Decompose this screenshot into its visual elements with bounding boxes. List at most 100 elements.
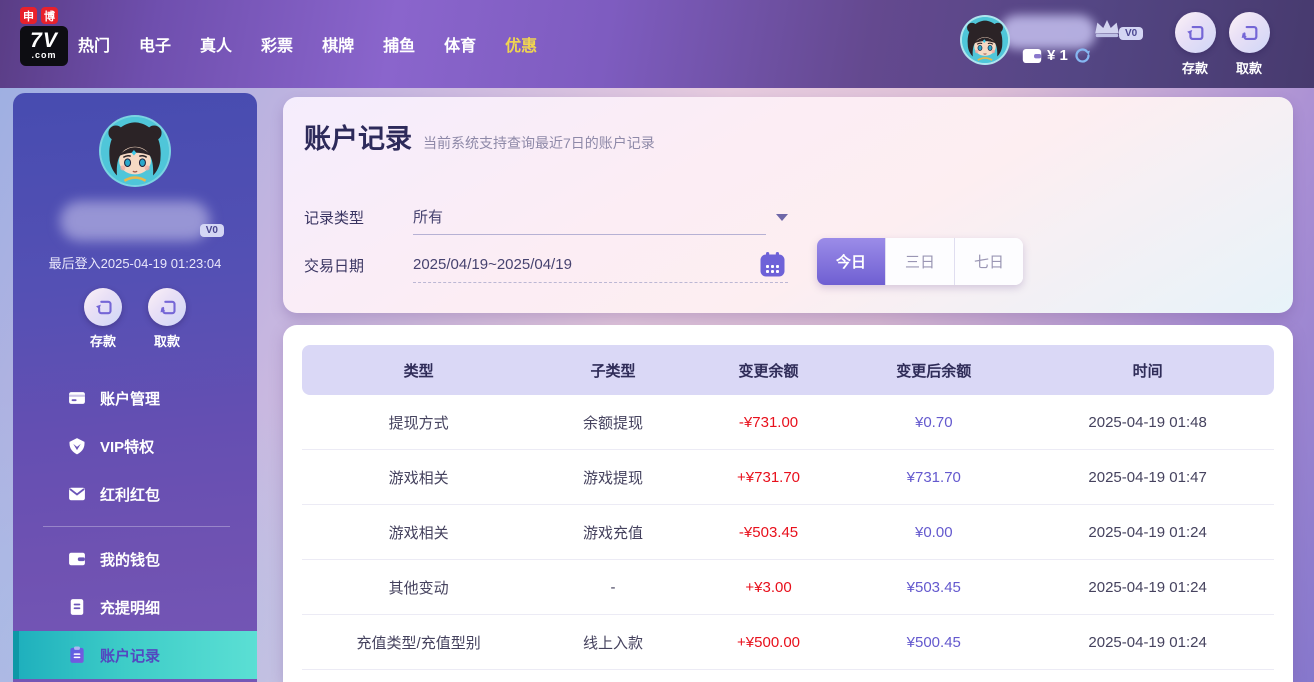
clipboard-icon: [67, 645, 87, 665]
deposit-button[interactable]: 存款: [84, 288, 122, 350]
column-header-subtype: 子类型: [590, 362, 636, 380]
cell-subtype: 游戏充值: [583, 524, 644, 542]
logo-com-text: .com: [31, 50, 57, 60]
main-nav: 热门 电子 真人 彩票 棋牌 捕鱼 体育 优惠: [78, 0, 566, 88]
records-table: 类型 子类型 变更余额 变更后余额 时间 提现方式 余额提现 -¥731.00 …: [302, 345, 1274, 670]
table-row: 其他变动 - +¥3.00 ¥503.45 2025-04-19 01:24: [302, 560, 1274, 615]
tab-today[interactable]: 今日: [817, 238, 886, 285]
cell-type: 游戏相关: [388, 524, 449, 542]
chevron-down-icon: [776, 214, 788, 221]
cell-balance-after: ¥503.45: [906, 578, 961, 596]
logo-7v-text: 7V: [30, 29, 58, 52]
bank-card-icon: [67, 388, 87, 408]
balance-row: ¥ 1: [1022, 46, 1092, 65]
table-row: 游戏相关 游戏充值 -¥503.45 ¥0.00 2025-04-19 01:2…: [302, 505, 1274, 560]
sidebar-item-label: VIP特权: [100, 438, 155, 456]
cell-change-amount: -¥731.00: [738, 413, 799, 431]
nav-item-lottery[interactable]: 彩票: [261, 32, 293, 56]
cell-type: 其他变动: [388, 579, 449, 597]
logo-badge-shen: 申: [20, 7, 37, 24]
envelope-icon: [67, 484, 87, 504]
record-type-label: 记录类型: [304, 209, 365, 227]
cell-time: 2025-04-19 01:48: [1088, 413, 1207, 431]
top-bar: 申 博 7V .com 热门 电子 真人 彩票 棋牌 捕鱼 体育 优惠 ¥ 1: [0, 0, 1314, 88]
withdraw-button[interactable]: 取款: [148, 288, 186, 350]
sidebar-item-account-management[interactable]: 账户管理: [13, 374, 257, 422]
sidebar-quick-actions: 存款 取款: [13, 288, 257, 350]
table-header-row: 类型 子类型 变更余额 变更后余额 时间: [302, 345, 1274, 395]
last-login-text: 最后登入2025-04-19 01:23:04: [48, 256, 222, 271]
nav-item-cards[interactable]: 棋牌: [322, 32, 354, 56]
cell-time: 2025-04-19 01:24: [1088, 633, 1207, 651]
cell-balance-after: ¥731.70: [906, 468, 961, 486]
sidebar-item-label: 我的钱包: [100, 551, 161, 569]
tab-three-days[interactable]: 三日: [886, 238, 955, 285]
logo-badges: 申 博: [20, 7, 72, 24]
cell-change-amount: +¥731.70: [737, 468, 801, 486]
vip-level-badge: V0: [199, 224, 224, 237]
column-header-balance-after: 变更后余额: [896, 362, 972, 380]
cell-subtype: 游戏提现: [583, 469, 644, 487]
nav-item-fishing[interactable]: 捕鱼: [383, 32, 415, 56]
username-blurred: [60, 201, 210, 241]
withdraw-icon: [1228, 12, 1270, 53]
cell-balance-after: ¥500.45: [906, 633, 961, 651]
page-title: 账户记录: [304, 124, 412, 154]
page-content: V0 最后登入2025-04-19 01:23:04 存款 取款 账户管理 VI…: [0, 88, 1314, 682]
username-blurred: [1000, 15, 1096, 49]
tab-seven-days[interactable]: 七日: [955, 238, 1023, 285]
logo-badge-bo: 博: [41, 7, 58, 24]
sidebar: V0 最后登入2025-04-19 01:23:04 存款 取款 账户管理 VI…: [13, 93, 257, 682]
logo-main: 7V .com: [20, 26, 68, 66]
date-filter-row: 交易日期 2025/04/19~2025/04/19: [304, 247, 788, 283]
sidebar-username-row: V0: [60, 201, 224, 241]
sidebar-menu: 账户管理 VIP特权 红利红包 我的钱包 充提明细 账户记录: [13, 374, 257, 679]
vip-level-badge: V0: [1119, 27, 1144, 40]
record-type-filter-row: 记录类型 所有: [304, 199, 788, 235]
user-avatar[interactable]: [960, 15, 1010, 65]
withdraw-label: 取款: [1235, 61, 1262, 76]
cell-type: 游戏相关: [388, 469, 449, 487]
nav-item-sports[interactable]: 体育: [444, 32, 476, 56]
deposit-icon: [84, 288, 122, 326]
sidebar-divider: [43, 526, 230, 527]
sidebar-item-bonus[interactable]: 红利红包: [13, 470, 257, 518]
cell-balance-after: ¥0.70: [915, 413, 953, 431]
cell-type: 提现方式: [388, 414, 449, 432]
nav-item-slots[interactable]: 电子: [139, 32, 171, 56]
sidebar-item-transaction-details[interactable]: 充提明细: [13, 583, 257, 631]
cell-time: 2025-04-19 01:24: [1088, 523, 1207, 541]
avatar-image: [101, 117, 169, 185]
sidebar-item-account-records[interactable]: 账户记录: [13, 631, 257, 679]
date-range-input[interactable]: 2025/04/19~2025/04/19: [413, 247, 788, 283]
site-logo[interactable]: 申 博 7V .com: [20, 7, 72, 66]
deposit-button[interactable]: 存款: [1165, 12, 1225, 77]
deposit-label: 存款: [1181, 61, 1208, 76]
calendar-icon[interactable]: [759, 251, 786, 282]
cell-balance-after: ¥0.00: [915, 523, 953, 541]
page-subtitle: 当前系统支持查询最近7日的账户记录: [423, 135, 655, 151]
withdraw-button[interactable]: 取款: [1219, 12, 1279, 77]
page-title-row: 账户记录 当前系统支持查询最近7日的账户记录: [304, 117, 655, 156]
cell-change-amount: +¥500.00: [737, 633, 801, 651]
nav-item-live[interactable]: 真人: [200, 32, 232, 56]
nav-item-hot[interactable]: 热门: [78, 32, 110, 56]
record-type-select[interactable]: 所有: [413, 199, 788, 235]
wallet-icon: [67, 549, 87, 569]
sidebar-item-label: 账户管理: [100, 390, 161, 408]
sidebar-item-vip[interactable]: VIP特权: [13, 422, 257, 470]
withdraw-label: 取款: [153, 334, 180, 349]
refresh-icon[interactable]: [1073, 46, 1092, 65]
sidebar-item-my-wallet[interactable]: 我的钱包: [13, 535, 257, 583]
cell-subtype: 线上入款: [583, 634, 644, 652]
balance-amount: ¥ 1: [1047, 47, 1068, 64]
column-header-type: 类型: [403, 362, 434, 380]
wallet-icon: [1022, 48, 1042, 63]
document-icon: [67, 597, 87, 617]
table-row: 提现方式 余额提现 -¥731.00 ¥0.70 2025-04-19 01:4…: [302, 395, 1274, 450]
nav-item-promo[interactable]: 优惠: [505, 32, 537, 56]
sidebar-item-label: 充提明细: [100, 599, 161, 617]
record-type-value: 所有: [413, 209, 444, 226]
deposit-label: 存款: [89, 334, 116, 349]
sidebar-avatar: [99, 115, 171, 187]
